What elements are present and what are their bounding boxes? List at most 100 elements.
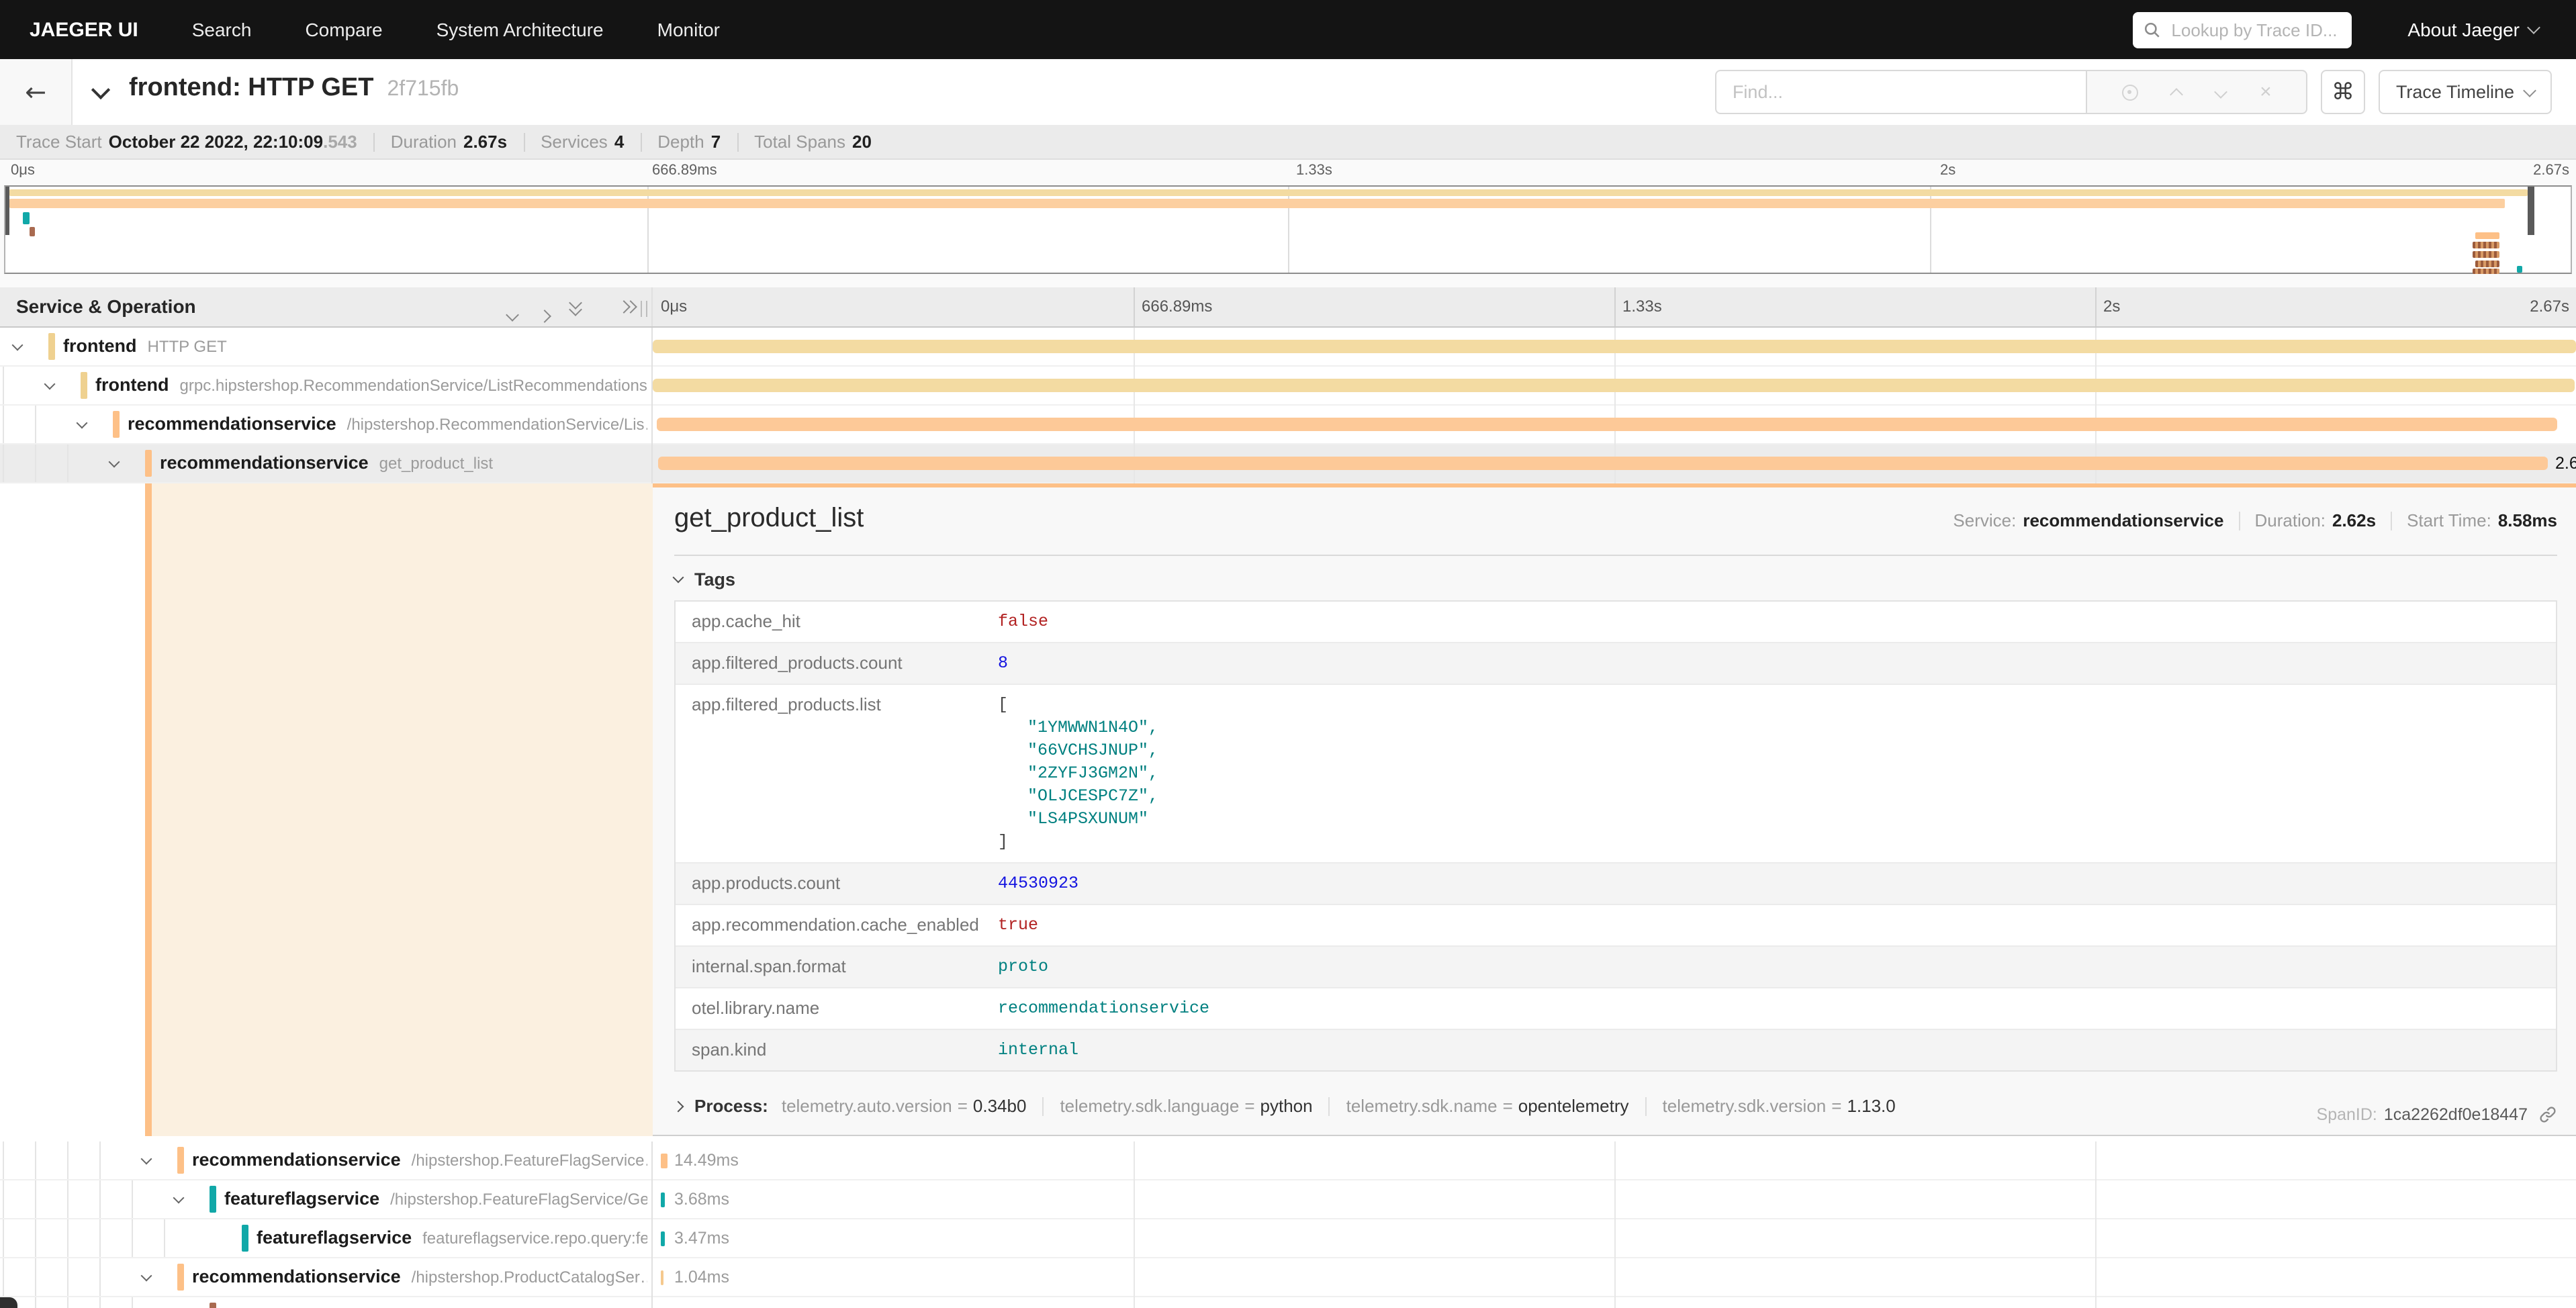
trace-start-value: October 22 2022, 22:10:09.543 [109,132,357,152]
expand-one-icon[interactable] [540,303,549,328]
divider [2391,511,2392,530]
nav-item-search[interactable]: Search [192,19,252,40]
find-input[interactable] [1730,81,2072,103]
span-duration-bar[interactable] [661,1231,665,1246]
expand-all-icon[interactable] [620,298,635,317]
span-row[interactable]: recommendationservice/hipstershop.Produc… [0,1258,2576,1297]
span-row[interactable]: recommendationservice/hipstershop.Recomm… [0,406,2576,445]
service-name: recommendationservice [160,453,369,473]
operation-name: /hipstershop.RecommendationService/Lis… [347,415,647,434]
process-pair: telemetry.auto.version=0.34b0 [782,1096,1027,1116]
tag-key: app.products.count [676,863,998,901]
chevron-down-icon[interactable] [77,418,88,429]
minimap-drag-handle[interactable] [5,187,9,235]
span-row[interactable] [0,1297,2576,1308]
operation-name: /hipstershop.FeatureFlagService… [412,1151,647,1170]
tag-row: app.recommendation.cache_enabledtrue [676,905,2556,947]
span-row-label: featureflagservicefeatureflagservice.rep… [257,1219,647,1257]
span-duration-label: 14.49ms [674,1141,739,1180]
clear-find-icon[interactable]: × [2260,82,2272,102]
scroll-fab-partial[interactable] [0,1297,17,1308]
keyboard-shortcuts-button[interactable]: ⌘ [2321,70,2365,114]
depth-value: 7 [711,132,721,152]
divider [1645,1096,1647,1115]
span-row[interactable]: frontendHTTP GET [0,328,2576,367]
nav-item-compare[interactable]: Compare [305,19,382,40]
focus-match-icon[interactable] [2121,84,2137,100]
next-match-icon[interactable] [2214,85,2227,99]
tag-key: app.filtered_products.count [676,643,998,681]
chevron-down-icon[interactable] [141,1154,152,1165]
trace-summary-bar: Trace Start October 22 2022, 22:10:09.54… [0,125,2576,160]
services-label: Services [541,132,608,152]
collapse-all-icon[interactable] [569,298,584,317]
indent-guide [67,1141,68,1179]
trace-view-selector[interactable]: Trace Timeline [2379,70,2552,114]
service-color-chip [177,1147,184,1174]
service-color-chip [210,1186,216,1213]
span-duration-label: 3.47ms [674,1219,729,1258]
nav-item-monitor[interactable]: Monitor [657,19,720,40]
indent-guide [164,1219,165,1257]
span-duration-bar[interactable] [659,457,2547,470]
minimap-drag-handle[interactable] [2527,187,2534,235]
collapse-one-icon[interactable] [508,302,517,326]
find-box[interactable] [1715,70,2087,114]
collapse-trace-chevron-icon[interactable] [91,81,110,99]
span-duration-bar[interactable] [661,1193,665,1207]
indent-guide [3,1141,4,1179]
indent-guide [3,1258,4,1296]
trace-id-search-box[interactable] [2132,11,2351,48]
indent-guide [67,1219,68,1257]
span-id-value: 1ca2262df0e18447 [2384,1105,2528,1124]
service-label: Service: [1953,510,2016,530]
jaeger-logo[interactable]: JAEGER UI [30,18,138,41]
tag-value: ["1YMWWN1N4O","66VCHSJNUP","2ZYFJ3GM2N",… [998,685,2556,862]
indent-guide [99,1180,101,1218]
operation-name: HTTP GET [148,337,227,356]
span-row[interactable]: recommendationservice/hipstershop.Featur… [0,1141,2576,1180]
process-row[interactable]: Process: telemetry.auto.version=0.34b0te… [674,1096,2557,1116]
divider [1329,1096,1330,1115]
nav-item-system-architecture[interactable]: System Architecture [436,19,604,40]
back-button[interactable]: ← [0,59,73,125]
indent-guide [35,1258,36,1296]
span-row[interactable]: featureflagservice/hipstershop.FeatureFl… [0,1180,2576,1219]
span-duration-bar[interactable] [661,1154,668,1168]
span-duration-bar[interactable] [661,1270,663,1285]
tag-row: otel.library.namerecommendationservice [676,988,2556,1030]
total-spans-value: 20 [852,132,872,152]
column-resize-handle[interactable] [641,301,647,317]
about-jaeger-menu[interactable]: About Jaeger [2407,19,2538,40]
duration-value: 2.62s [2332,510,2376,530]
previous-match-icon[interactable] [2170,88,2184,101]
span-row[interactable]: recommendationserviceget_product_list2.6… [0,445,2576,483]
link-icon[interactable] [2538,1105,2557,1124]
indent-guide [3,367,4,404]
minimap-span-bar [2473,242,2499,248]
chevron-down-icon[interactable] [173,1193,185,1204]
chevron-down-icon[interactable] [109,457,120,468]
divider [1042,1096,1044,1115]
trace-id-search-input[interactable] [2168,18,2340,41]
span-duration-bar[interactable] [657,418,2557,431]
minimap-canvas[interactable] [4,185,2572,274]
chevron-down-icon[interactable] [44,379,56,390]
service-color-chip [145,450,152,477]
chevron-right-icon [673,1101,684,1113]
tags-section-toggle[interactable]: Tags [674,569,2557,590]
service-name: featureflagservice [257,1227,412,1248]
span-duration-label: 2.62s [2555,445,2576,483]
indent-guide [35,1297,36,1308]
span-row[interactable]: featureflagservicefeatureflagservice.rep… [0,1219,2576,1258]
divider [2239,511,2240,530]
span-duration-bar[interactable] [653,340,2576,353]
span-duration-bar[interactable] [653,379,2574,392]
chevron-down-icon[interactable] [12,340,24,351]
service-color-chip [113,411,120,438]
indent-guide [132,1180,133,1218]
span-row[interactable]: frontendgrpc.hipstershop.RecommendationS… [0,367,2576,406]
chevron-down-icon[interactable] [141,1270,152,1282]
span-row-label: frontendHTTP GET [63,328,227,365]
tag-value: recommendationservice [998,988,2556,1029]
